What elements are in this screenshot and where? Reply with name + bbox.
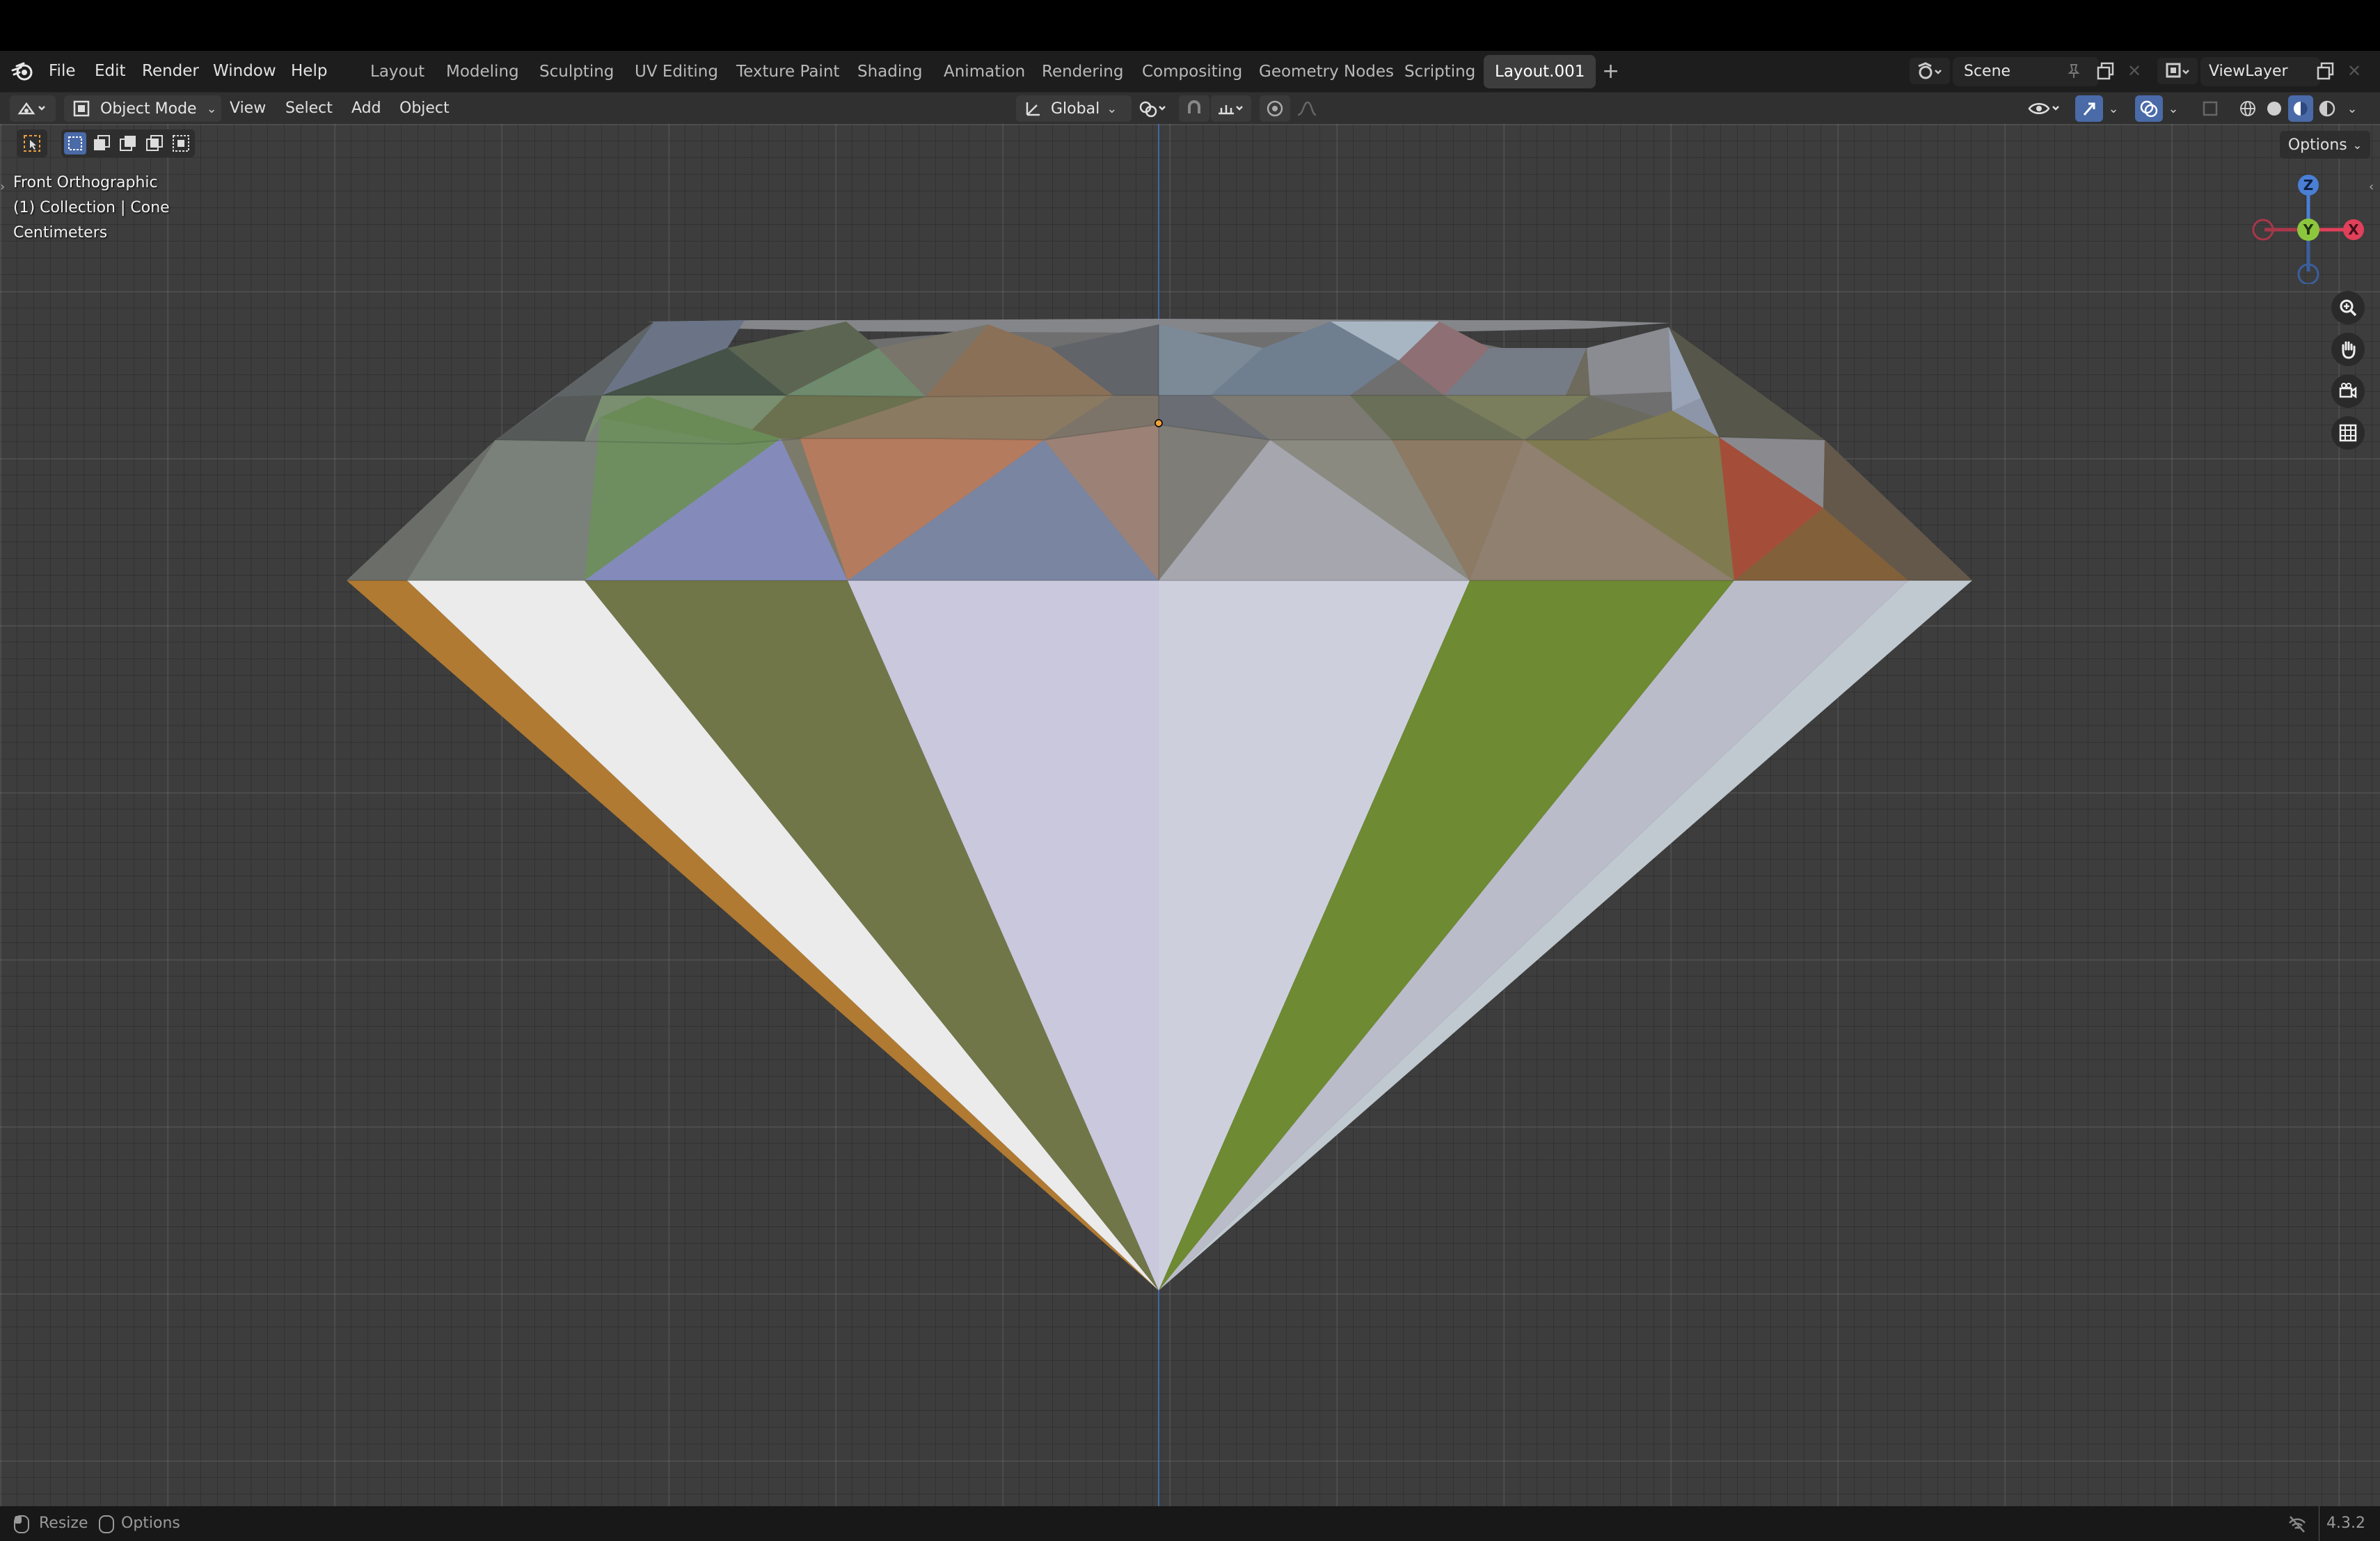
- shading-solid-icon[interactable]: [2262, 95, 2287, 122]
- shading-rendered-icon[interactable]: [2315, 95, 2340, 122]
- gizmo-icon[interactable]: [2075, 95, 2103, 122]
- menu-select[interactable]: Select: [285, 93, 333, 125]
- top-menu-bar: File Edit Render Window Help Layout Mode…: [0, 51, 2380, 92]
- visibility-icon[interactable]: [2022, 95, 2065, 122]
- transform-orientation-selector[interactable]: Global ⌄: [1016, 95, 1132, 122]
- gizmo-dropdown-icon[interactable]: ⌄: [2104, 95, 2123, 122]
- menu-window[interactable]: Window: [213, 51, 276, 92]
- tab-layout[interactable]: Layout: [359, 55, 436, 88]
- menu-render[interactable]: Render: [142, 51, 199, 92]
- object-origin-dot: [1155, 419, 1163, 427]
- camera-icon[interactable]: [2331, 374, 2365, 408]
- falloff-icon[interactable]: [1292, 95, 1326, 122]
- editor-type-icon[interactable]: [10, 95, 56, 122]
- tab-layout-001[interactable]: Layout.001: [1484, 55, 1596, 88]
- menu-file[interactable]: File: [49, 51, 76, 92]
- diamond-mesh[interactable]: [0, 124, 2380, 1506]
- gizmo-y-label: Y: [2303, 221, 2314, 238]
- new-scene-icon[interactable]: [2092, 58, 2120, 84]
- viewport-header: Object Mode ⌄ View Select Add Object Glo…: [0, 92, 2380, 125]
- tab-scripting[interactable]: Scripting: [1393, 55, 1486, 88]
- grid-icon[interactable]: [2331, 416, 2365, 450]
- overlay-dropdown-icon[interactable]: ⌄: [2164, 95, 2182, 122]
- view-layer-selector-icon[interactable]: [2157, 58, 2198, 84]
- scene-selector-icon[interactable]: [1910, 58, 1950, 84]
- gizmo-z-label: Z: [2303, 177, 2314, 193]
- status-options-label: Options: [121, 1515, 180, 1532]
- view-layer-name-field[interactable]: ViewLayer: [2200, 57, 2320, 86]
- mouse-icon: [13, 1515, 31, 1537]
- menu-edit[interactable]: Edit: [95, 51, 126, 92]
- navigation-gizmo[interactable]: Z X Y: [2248, 173, 2366, 284]
- version-label: 4.3.2: [2319, 1506, 2365, 1541]
- transform-orientation-icon: [1026, 102, 1040, 116]
- menu-object[interactable]: Object: [399, 93, 450, 125]
- object-mode-icon: [73, 100, 90, 117]
- delete-scene-icon[interactable]: ✕: [2123, 58, 2146, 84]
- delete-view-layer-icon[interactable]: ✕: [2342, 58, 2366, 84]
- mode-selector[interactable]: Object Mode ⌄: [64, 95, 221, 122]
- tab-rendering[interactable]: Rendering: [1031, 55, 1134, 88]
- hand-icon[interactable]: [2331, 333, 2365, 366]
- mouse-icon: [97, 1515, 116, 1537]
- proportional-edit-icon[interactable]: [1260, 95, 1290, 122]
- shading-wireframe-icon[interactable]: [2235, 95, 2260, 122]
- tab-sculpting[interactable]: Sculpting: [528, 55, 625, 88]
- pin-icon[interactable]: [2061, 58, 2086, 84]
- shading-material-icon[interactable]: [2288, 95, 2313, 122]
- menu-view[interactable]: View: [230, 93, 266, 125]
- chevron-down-icon: ⌄: [206, 101, 217, 116]
- shading-dropdown-icon[interactable]: ⌄: [2342, 95, 2362, 122]
- mode-label: Object Mode: [100, 100, 197, 118]
- status-resize-label: Resize: [39, 1515, 88, 1532]
- 3d-viewport[interactable]: Options ⌄ Front Orthographic (1) Collect…: [0, 124, 2380, 1506]
- add-workspace-button[interactable]: +: [1591, 55, 1631, 88]
- status-bar: Resize Options 4.3.2: [0, 1506, 2380, 1541]
- pivot-icon[interactable]: [1133, 95, 1172, 122]
- chevron-down-icon: ⌄: [1106, 101, 1118, 116]
- overlay-icon[interactable]: [2135, 95, 2163, 122]
- snap-target-icon[interactable]: [1211, 95, 1251, 122]
- menu-help[interactable]: Help: [291, 51, 327, 92]
- transform-orientation-label: Global: [1051, 100, 1100, 118]
- tab-geometry-nodes[interactable]: Geometry Nodes: [1248, 55, 1405, 88]
- menu-add[interactable]: Add: [351, 93, 381, 125]
- tab-shading[interactable]: Shading: [846, 55, 933, 88]
- xray-icon[interactable]: [2198, 95, 2223, 122]
- new-view-layer-icon[interactable]: [2312, 58, 2340, 84]
- tab-texture-paint[interactable]: Texture Paint: [725, 55, 850, 88]
- blender-logo-icon[interactable]: [11, 61, 33, 83]
- tab-animation[interactable]: Animation: [933, 55, 1036, 88]
- snap-icon[interactable]: [1179, 95, 1209, 122]
- tab-uv-editing[interactable]: UV Editing: [624, 55, 729, 88]
- tab-compositing[interactable]: Compositing: [1131, 55, 1253, 88]
- zoom-icon[interactable]: [2331, 291, 2365, 324]
- tab-modeling[interactable]: Modeling: [435, 55, 530, 88]
- gizmo-x-label: X: [2348, 221, 2359, 238]
- network-off-icon: [2287, 1515, 2308, 1537]
